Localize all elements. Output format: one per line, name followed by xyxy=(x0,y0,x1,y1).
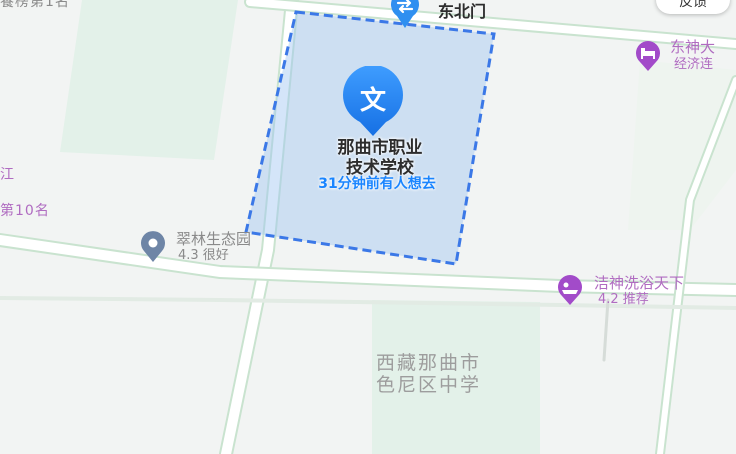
school-name-line1: 那曲市职业 xyxy=(337,138,423,158)
bed-icon xyxy=(636,41,660,71)
bath-icon xyxy=(558,275,582,305)
location-pin-icon xyxy=(141,231,165,262)
middle-school-line1: 西藏那曲市 xyxy=(376,352,482,374)
culture-text-icon: 文 xyxy=(343,64,403,136)
school-name[interactable]: 那曲市职业 技术学校 xyxy=(300,138,460,178)
poi-park-name: 翠林生态园 xyxy=(176,230,252,248)
poi-bath[interactable]: 洁神洗浴天下 4.2 推荐 xyxy=(554,274,736,310)
svg-text:文: 文 xyxy=(360,85,387,116)
transit-entrance-icon xyxy=(391,0,419,28)
school-name-line2: 技术学校 xyxy=(346,158,414,178)
feedback-button-label: 反馈 xyxy=(679,0,707,10)
feedback-button[interactable]: 反馈 xyxy=(656,0,730,14)
edge-label-top-left: 養榜第1名 xyxy=(0,0,70,10)
edge-label-left-b: 第10名 xyxy=(0,203,50,219)
poi-hotel[interactable]: 东神大 经济连 xyxy=(632,40,736,76)
green-area-east xyxy=(628,60,736,230)
gate-label: 东北门 xyxy=(438,2,487,21)
poi-park[interactable]: 翠林生态园 4.3 很好 xyxy=(136,230,306,266)
map-view[interactable]: 養榜第1名 江 第10名 反馈 东北门 文 那曲市职业 技术学校 31分钟前有人… xyxy=(0,0,736,454)
middle-school-label[interactable]: 西藏那曲市 色尼区中学 xyxy=(376,352,481,396)
green-area-northwest xyxy=(60,0,238,160)
poi-bath-name: 洁神洗浴天下 xyxy=(594,274,685,292)
poi-park-rating: 4.3 很好 xyxy=(178,248,229,263)
gate-marker[interactable] xyxy=(383,0,427,30)
poi-hotel-sub: 经济连 xyxy=(674,57,714,72)
poi-bath-rating: 4.2 推荐 xyxy=(598,292,649,307)
school-marker[interactable]: 文 xyxy=(330,64,416,138)
edge-label-left-a: 江 xyxy=(0,167,15,183)
middle-school-line2: 色尼区中学 xyxy=(376,374,482,396)
poi-hotel-name: 东神大 xyxy=(670,38,716,56)
school-hint: 31分钟前有人想去 xyxy=(318,176,436,192)
